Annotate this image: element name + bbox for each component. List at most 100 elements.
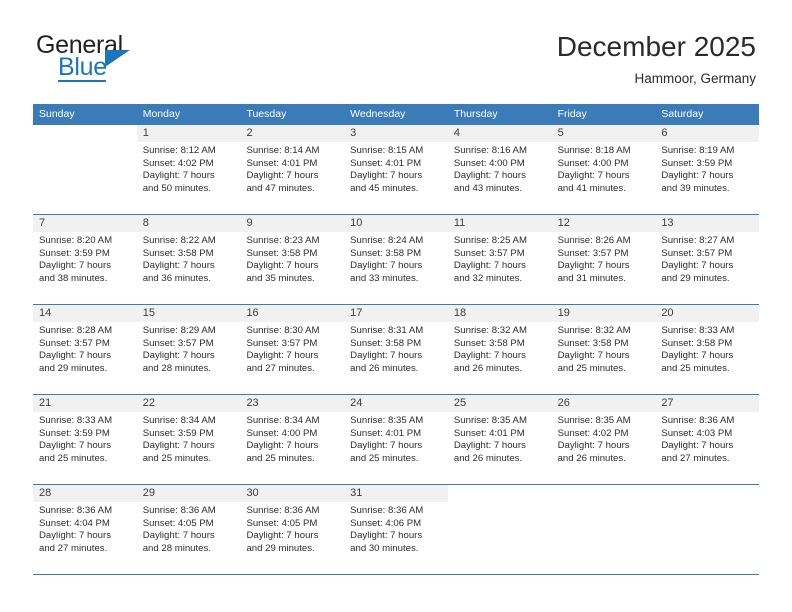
sunrise-time: Sunrise: 8:27 AM [661, 235, 735, 246]
day-cell[interactable]: 27 Sunrise: 8:36 AM Sunset: 4:03 PM Dayligh… [655, 395, 760, 484]
daylight-duration-line1: Daylight: 7 hours [350, 260, 423, 272]
day-cell[interactable]: 20 Sunrise: 8:33 AM Sunset: 3:58 PM Dayligh… [655, 305, 760, 394]
day-cell[interactable]: 15 Sunrise: 8:29 AM Sunset: 3:57 PM Dayligh… [136, 305, 241, 394]
sunrise-time: Sunrise: 8:36 AM [39, 505, 113, 516]
day-cell[interactable]: 13 Sunrise: 8:27 AM Sunset: 3:57 PM Dayligh… [655, 215, 760, 304]
daylight-duration-line1: Daylight: 7 hours [661, 260, 734, 272]
day-number: 30 [240, 485, 345, 502]
day-number: 2 [240, 125, 345, 142]
day-details: Sunrise: 8:36 AM Sunset: 4:05 PM Daylight:… [240, 502, 344, 555]
day-details: Sunrise: 8:25 AM Sunset: 3:57 PM Daylight:… [448, 232, 552, 285]
daylight-duration-line2: and 29 minutes. [661, 272, 730, 284]
daylight-duration-line1: Daylight: 7 hours [557, 440, 630, 452]
sunrise-time: Sunrise: 8:35 AM [453, 415, 527, 426]
day-details: Sunrise: 8:34 AM Sunset: 4:00 PM Daylight:… [240, 412, 344, 465]
day-number: 10 [344, 215, 448, 232]
sunrise-time: Sunrise: 8:31 AM [350, 325, 424, 336]
sunset-time: Sunset: 4:01 PM [453, 427, 525, 439]
daylight-duration-line2: and 50 minutes. [142, 182, 211, 194]
sunrise-time: Sunrise: 8:32 AM [557, 325, 631, 336]
daylight-duration-line2: and 33 minutes. [350, 272, 419, 284]
day-cell-empty [551, 485, 656, 574]
sunset-time: Sunset: 3:57 PM [142, 337, 214, 349]
sunset-time: Sunset: 3:59 PM [39, 427, 110, 439]
sunrise-time: Sunrise: 8:19 AM [661, 145, 735, 156]
sunset-time: Sunset: 3:58 PM [246, 247, 318, 259]
day-number: 29 [136, 485, 241, 502]
day-cell[interactable]: 2 Sunrise: 8:14 AM Sunset: 4:01 PM Daylight… [240, 125, 345, 214]
day-cell[interactable]: 19 Sunrise: 8:32 AM Sunset: 3:58 PM Dayligh… [551, 305, 656, 394]
daylight-duration-line2: and 29 minutes. [39, 362, 108, 374]
daylight-duration-line2: and 26 minutes. [453, 452, 523, 464]
daylight-duration-line2: and 45 minutes. [350, 182, 419, 194]
daylight-duration-line1: Daylight: 7 hours [39, 530, 111, 542]
daylight-duration-line1: Daylight: 7 hours [453, 170, 526, 182]
day-cell[interactable]: 31 Sunrise: 8:36 AM Sunset: 4:06 PM Dayligh… [344, 485, 448, 574]
day-cell[interactable]: 28 Sunrise: 8:36 AM Sunset: 4:04 PM Dayligh… [33, 485, 137, 574]
day-cell[interactable]: 26 Sunrise: 8:35 AM Sunset: 4:02 PM Dayligh… [551, 395, 656, 484]
day-details: Sunrise: 8:27 AM Sunset: 3:57 PM Daylight:… [655, 232, 759, 285]
daylight-duration-line2: and 25 minutes. [39, 452, 108, 464]
day-cell[interactable]: 8 Sunrise: 8:22 AM Sunset: 3:58 PM Daylight… [136, 215, 241, 304]
title-block: December 2025 Hammoor, Germany [557, 30, 756, 89]
day-cell[interactable]: 25 Sunrise: 8:35 AM Sunset: 4:01 PM Dayligh… [447, 395, 552, 484]
day-cell[interactable]: 12 Sunrise: 8:26 AM Sunset: 3:57 PM Dayligh… [551, 215, 656, 304]
daylight-duration-line1: Daylight: 7 hours [350, 170, 423, 182]
day-cell[interactable]: 7 Sunrise: 8:20 AM Sunset: 3:59 PM Daylight… [33, 215, 137, 304]
day-details: Sunrise: 8:29 AM Sunset: 3:57 PM Daylight:… [137, 322, 241, 375]
daylight-duration-line2: and 43 minutes. [453, 182, 523, 194]
calendar-week-row: 21 Sunrise: 8:33 AM Sunset: 3:59 PM Dayligh… [33, 395, 760, 485]
daylight-duration-line1: Daylight: 7 hours [39, 260, 111, 272]
day-cell[interactable]: 9 Sunrise: 8:23 AM Sunset: 3:58 PM Daylight… [240, 215, 345, 304]
sunrise-time: Sunrise: 8:34 AM [246, 415, 320, 426]
sunset-time: Sunset: 4:00 PM [246, 427, 318, 439]
day-cell[interactable]: 10 Sunrise: 8:24 AM Sunset: 3:58 PM Dayligh… [344, 215, 448, 304]
day-cell[interactable]: 1 Sunrise: 8:12 AM Sunset: 4:02 PM Daylight… [136, 125, 241, 214]
daylight-duration-line1: Daylight: 7 hours [661, 440, 734, 452]
daylight-duration-line1: Daylight: 7 hours [453, 260, 526, 272]
sunset-time: Sunset: 3:57 PM [661, 247, 733, 259]
sunrise-time: Sunrise: 8:25 AM [453, 235, 527, 246]
day-cell[interactable]: 30 Sunrise: 8:36 AM Sunset: 4:05 PM Dayligh… [240, 485, 345, 574]
sunrise-time: Sunrise: 8:35 AM [557, 415, 631, 426]
day-number: 24 [344, 395, 448, 412]
day-number: 17 [344, 305, 448, 322]
day-cell[interactable]: 6 Sunrise: 8:19 AM Sunset: 3:59 PM Daylight… [655, 125, 760, 214]
day-details: Sunrise: 8:36 AM Sunset: 4:04 PM Daylight:… [33, 502, 137, 555]
daylight-duration-line2: and 26 minutes. [453, 362, 523, 374]
day-cell[interactable]: 18 Sunrise: 8:32 AM Sunset: 3:58 PM Dayligh… [447, 305, 552, 394]
day-details: Sunrise: 8:32 AM Sunset: 3:58 PM Daylight:… [448, 322, 552, 375]
day-cell[interactable]: 24 Sunrise: 8:35 AM Sunset: 4:01 PM Dayligh… [344, 395, 448, 484]
sunset-time: Sunset: 4:03 PM [661, 427, 733, 439]
daylight-duration-line1: Daylight: 7 hours [557, 350, 630, 362]
day-cell[interactable]: 16 Sunrise: 8:30 AM Sunset: 3:57 PM Dayligh… [240, 305, 345, 394]
daylight-duration-line1: Daylight: 7 hours [661, 170, 734, 182]
sunrise-time: Sunrise: 8:14 AM [246, 145, 320, 156]
calendar-weeks: 1 Sunrise: 8:12 AM Sunset: 4:02 PM Daylight… [33, 125, 760, 575]
sunset-time: Sunset: 3:59 PM [39, 247, 110, 259]
day-cell[interactable]: 5 Sunrise: 8:18 AM Sunset: 4:00 PM Daylight… [551, 125, 656, 214]
day-cell[interactable]: 14 Sunrise: 8:28 AM Sunset: 3:57 PM Dayligh… [33, 305, 137, 394]
day-cell[interactable]: 21 Sunrise: 8:33 AM Sunset: 3:59 PM Dayligh… [33, 395, 137, 484]
day-details: Sunrise: 8:18 AM Sunset: 4:00 PM Daylight:… [552, 142, 656, 195]
day-cell[interactable]: 29 Sunrise: 8:36 AM Sunset: 4:05 PM Dayligh… [136, 485, 241, 574]
daylight-duration-line1: Daylight: 7 hours [39, 440, 111, 452]
day-cell[interactable]: 4 Sunrise: 8:16 AM Sunset: 4:00 PM Daylight… [447, 125, 552, 214]
day-cell[interactable]: 3 Sunrise: 8:15 AM Sunset: 4:01 PM Daylight… [344, 125, 448, 214]
day-details: Sunrise: 8:33 AM Sunset: 3:58 PM Daylight:… [655, 322, 759, 375]
sunrise-time: Sunrise: 8:33 AM [39, 415, 113, 426]
day-cell[interactable]: 23 Sunrise: 8:34 AM Sunset: 4:00 PM Dayligh… [240, 395, 345, 484]
day-cell[interactable]: 17 Sunrise: 8:31 AM Sunset: 3:58 PM Dayligh… [344, 305, 448, 394]
sunset-time: Sunset: 4:02 PM [142, 157, 214, 169]
day-number: 15 [136, 305, 241, 322]
day-cell[interactable]: 11 Sunrise: 8:25 AM Sunset: 3:57 PM Dayligh… [447, 215, 552, 304]
sunset-time: Sunset: 3:58 PM [350, 247, 422, 259]
daylight-duration-line1: Daylight: 7 hours [39, 350, 111, 362]
day-cell[interactable]: 22 Sunrise: 8:34 AM Sunset: 3:59 PM Dayligh… [136, 395, 241, 484]
sunset-time: Sunset: 3:57 PM [557, 247, 629, 259]
daylight-duration-line2: and 39 minutes. [661, 182, 730, 194]
sunset-time: Sunset: 4:01 PM [350, 157, 422, 169]
day-details: Sunrise: 8:34 AM Sunset: 3:59 PM Daylight:… [137, 412, 241, 465]
daylight-duration-line1: Daylight: 7 hours [246, 170, 319, 182]
day-details: Sunrise: 8:32 AM Sunset: 3:58 PM Daylight:… [552, 322, 656, 375]
